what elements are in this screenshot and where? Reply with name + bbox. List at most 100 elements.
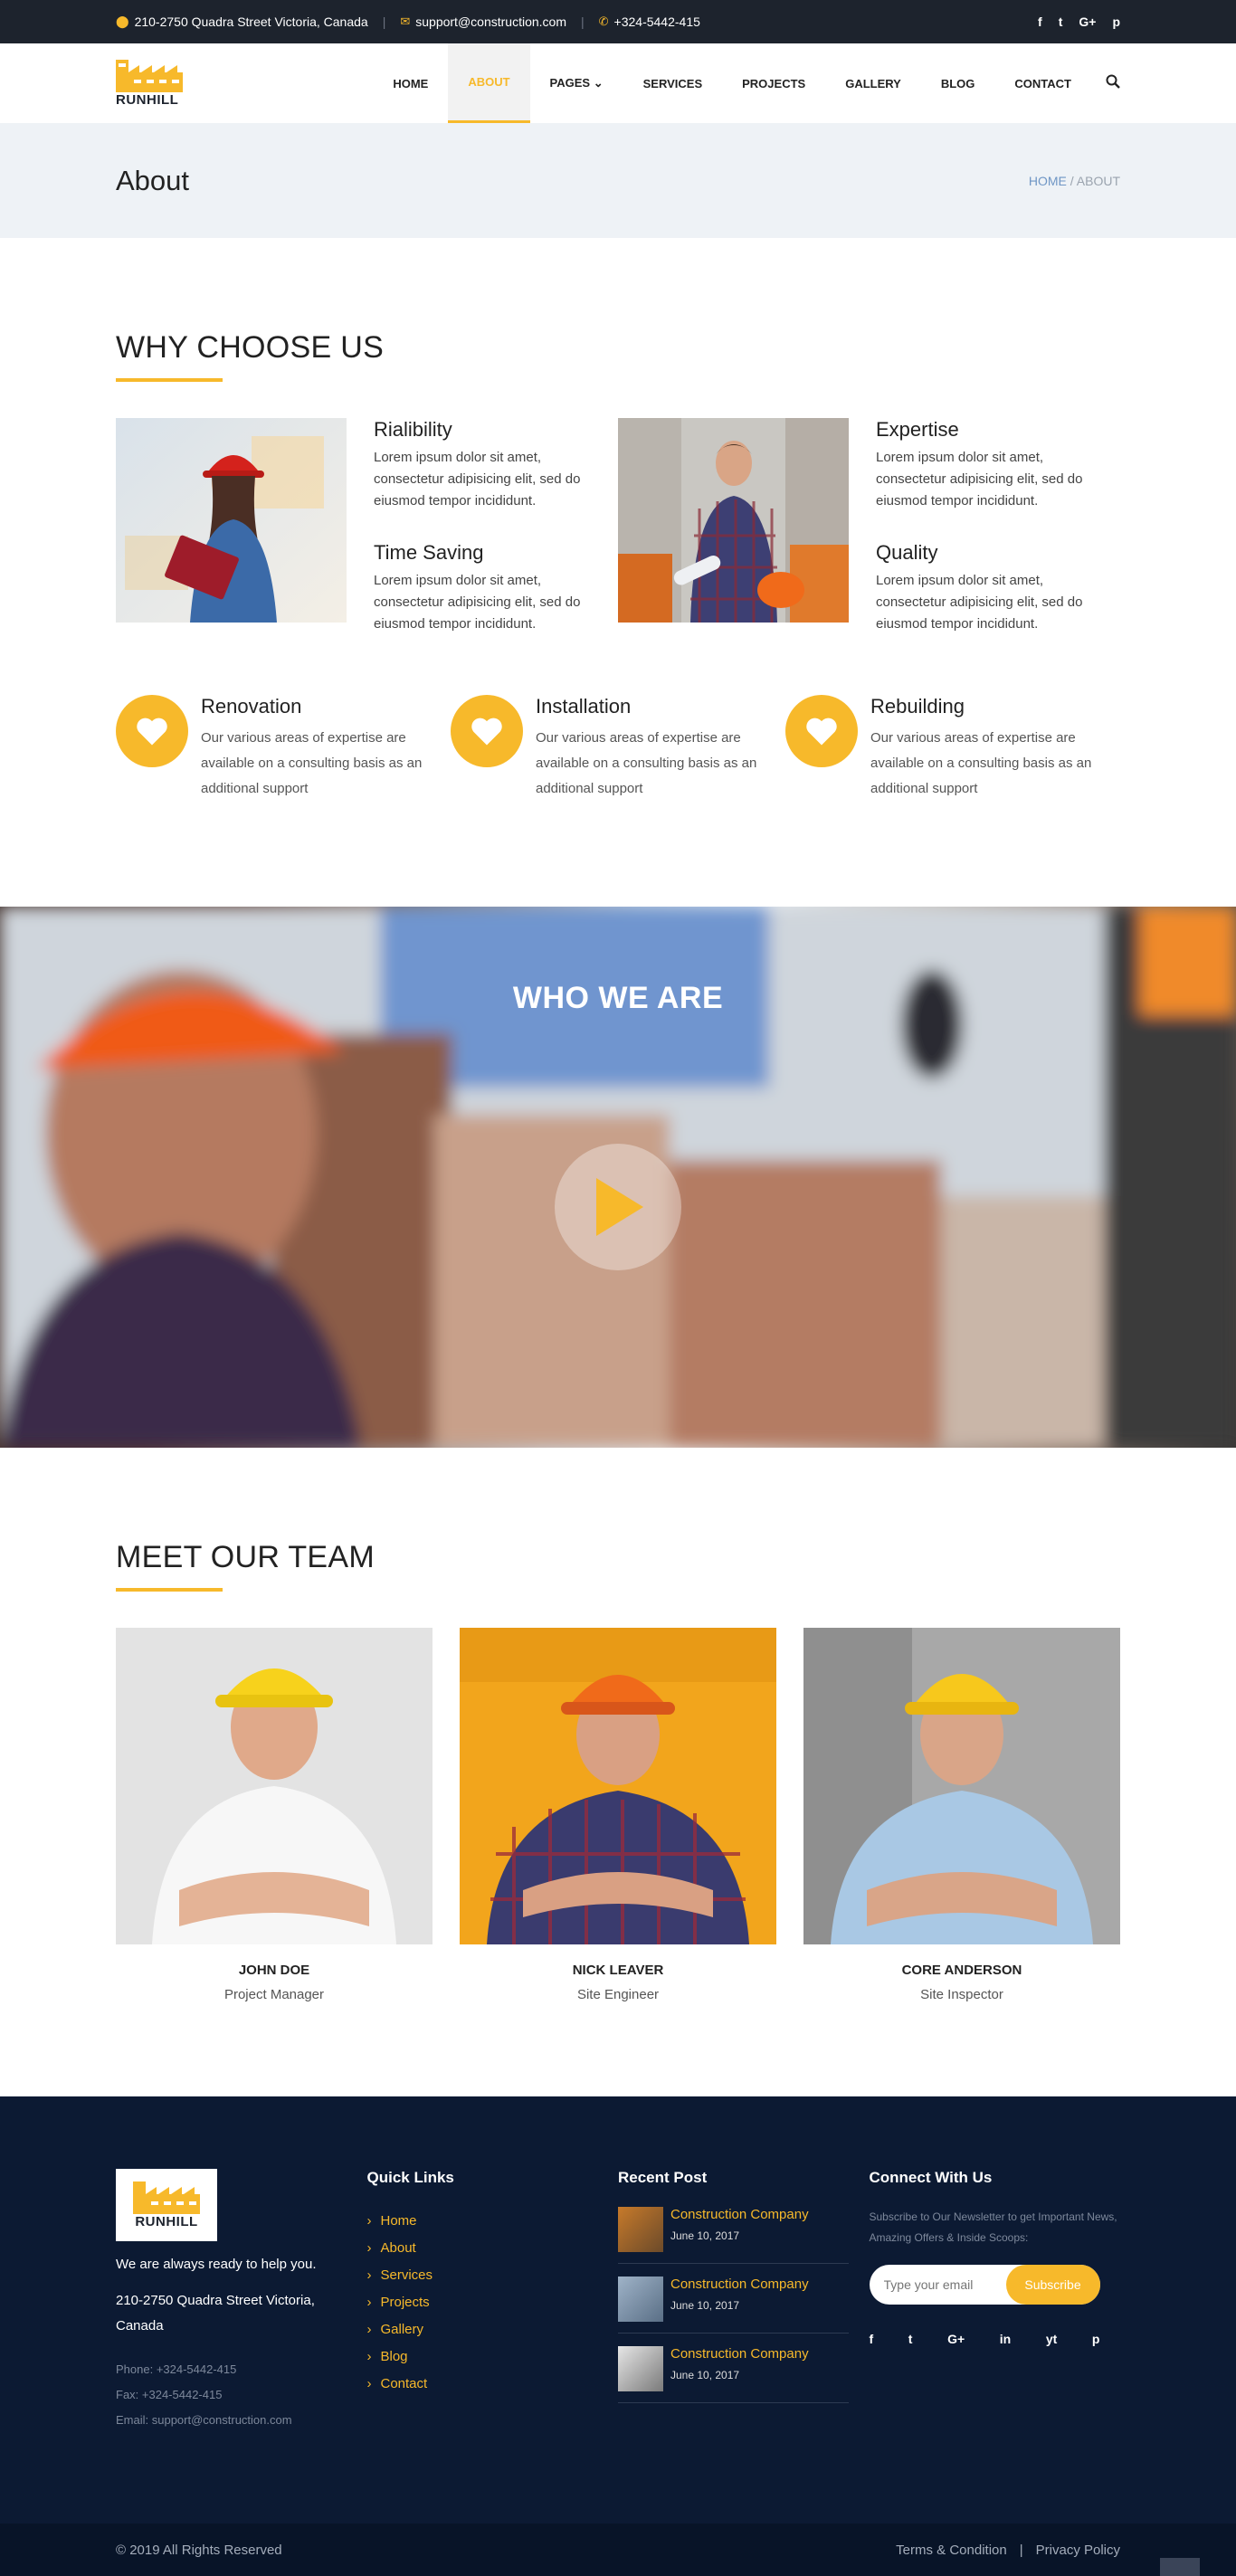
map-pin-icon: ⬤ [116,14,129,28]
nav-pages[interactable]: PAGES ⌄ [530,43,623,123]
top-bar: ⬤ 210-2750 Quadra Street Victoria, Canad… [0,0,1236,43]
divider: | [1019,2542,1023,2558]
facebook-icon[interactable]: f [870,2332,874,2346]
feature-item: Installation Our various areas of expert… [451,695,785,802]
post-title[interactable]: Construction Company [670,2207,809,2222]
quick-link-gallery[interactable]: › Gallery [367,2315,619,2343]
nav-blog[interactable]: BLOG [921,43,995,123]
back-to-top-button[interactable] [1160,2558,1200,2576]
feature-title: Installation [536,695,632,718]
subscribe-button[interactable]: Subscribe [1005,2265,1100,2305]
feature-item: Rebuilding Our various areas of expertis… [785,695,1120,802]
footer: RUNHILL We are always ready to help you.… [0,2096,1236,2524]
copyright: © 2019 All Rights Reserved [116,2542,282,2558]
footer-quick-links: Quick Links › Home › About › Services › Proj… [367,2169,619,2433]
newsletter-form: Subscribe [869,2265,1100,2305]
post-title[interactable]: Construction Company [670,2277,809,2292]
phone-icon: ✆ [598,14,609,28]
quick-link-blog[interactable]: › Blog [367,2343,619,2370]
why-column: Expertise Lorem ipsum dolor sit amet, co… [618,418,1120,635]
terms-link[interactable]: Terms & Condition [896,2543,1007,2558]
factory-icon [133,2181,200,2214]
top-social: f t G+ p [1038,14,1120,29]
quick-link-label[interactable]: Gallery [381,2322,424,2337]
top-phone-text[interactable]: +324-5442-415 [614,14,700,29]
quick-link-label[interactable]: Home [381,2213,417,2229]
youtube-icon[interactable]: yt [1046,2332,1057,2346]
logo[interactable]: RUNHILL [116,59,183,108]
post-thumbnail[interactable] [618,2207,663,2252]
why-item-text: Lorem ipsum dolor sit amet, consectetur … [374,450,581,509]
linkedin-icon[interactable]: in [1000,2332,1011,2346]
footer-phone: Phone: +324-5442-415 [116,2362,237,2376]
nav-services[interactable]: SERVICES [623,43,723,123]
footer-logo[interactable]: RUNHILL [116,2169,217,2241]
quick-link-label[interactable]: Contact [381,2376,428,2391]
member-name: CORE ANDERSON [901,1963,1022,1978]
heart-icon [785,695,858,767]
footer-about: RUNHILL We are always ready to help you.… [116,2169,367,2433]
features-row: Renovation Our various areas of expertis… [116,695,1120,907]
search-icon[interactable] [1091,74,1120,92]
post-title[interactable]: Construction Company [670,2346,809,2362]
heart-icon [451,695,523,767]
top-email-text[interactable]: support@construction.com [415,14,566,29]
newsletter-email-input[interactable] [869,2277,1005,2292]
team-member: CORE ANDERSON Site Inspector [803,1628,1120,2002]
footer-recent-posts: Recent Post Construction Company June 10… [618,2169,870,2433]
nav-home[interactable]: HOME [373,43,448,123]
footer-social: f t G+ in yt p [870,2332,1100,2346]
nav-about[interactable]: ABOUT [448,43,530,123]
page-title-bar: About HOME / ABOUT [0,123,1236,238]
quick-link-projects[interactable]: › Projects [367,2288,619,2315]
pinterest-icon[interactable]: p [1112,14,1120,29]
twitter-icon[interactable]: t [908,2332,913,2346]
post-date: June 10, 2017 [670,2229,740,2242]
newsletter-text: Subscribe to Our Newsletter to get Impor… [869,2210,1117,2244]
quick-link-label[interactable]: Blog [381,2349,408,2364]
nav-projects[interactable]: PROJECTS [722,43,825,123]
quick-link-home[interactable]: › Home [367,2207,619,2234]
recent-post[interactable]: Construction Company June 10, 2017 [618,2346,849,2403]
breadcrumb-separator: / [1066,173,1077,188]
nav-gallery[interactable]: GALLERY [825,43,921,123]
member-name: JOHN DOE [238,1963,310,1978]
why-item-text: Lorem ipsum dolor sit amet, consectetur … [876,573,1083,632]
pinterest-icon[interactable]: p [1092,2332,1100,2346]
quick-link-about[interactable]: › About [367,2234,619,2261]
worker-man-image [618,418,849,623]
play-button[interactable] [555,1144,681,1270]
member-role: Project Manager [223,1987,325,2002]
quick-link-label[interactable]: About [381,2240,416,2256]
post-thumbnail[interactable] [618,2346,663,2391]
nav-contact[interactable]: CONTACT [994,43,1091,123]
section-title: WHY CHOOSE US [116,330,385,365]
post-thumbnail[interactable] [618,2277,663,2322]
chevron-right-icon: › [366,2321,372,2337]
quick-link-contact[interactable]: › Contact [367,2370,619,2397]
google-plus-icon[interactable]: G+ [1079,14,1096,29]
privacy-link[interactable]: Privacy Policy [1036,2543,1120,2558]
recent-post[interactable]: Construction Company June 10, 2017 [618,2277,849,2334]
top-phone[interactable]: ✆ +324-5442-415 [599,14,700,29]
twitter-icon[interactable]: t [1059,14,1063,29]
why-choose-us-section: WHY CHOOSE US Rialibility Lorem ipsum do… [0,238,1236,907]
google-plus-icon[interactable]: G+ [947,2332,965,2346]
quick-link-label[interactable]: Projects [381,2295,430,2310]
feature-title: Renovation [201,695,302,718]
top-email[interactable]: ✉ support@construction.com [400,14,566,29]
facebook-icon[interactable]: f [1038,14,1042,29]
feature-text: Our various areas of expertise are avail… [870,730,1092,796]
member-photo [460,1628,776,1944]
why-item-text: Lorem ipsum dolor sit amet, consectetur … [876,450,1083,509]
breadcrumb-home[interactable]: HOME [1029,174,1067,188]
member-role: Site Engineer [576,1987,660,2002]
quick-link-services[interactable]: › Services [367,2261,619,2288]
recent-post[interactable]: Construction Company June 10, 2017 [618,2207,849,2264]
quick-link-label[interactable]: Services [381,2267,433,2283]
member-photo [803,1628,1120,1944]
top-address: ⬤ 210-2750 Quadra Street Victoria, Canad… [116,14,368,29]
footer-email[interactable]: Email: support@construction.com [116,2408,367,2433]
team-section: MEET OUR TEAM JOHN DOE Project Manager N… [0,1448,1236,2096]
bottom-bar: © 2019 All Rights Reserved Terms & Condi… [0,2524,1236,2576]
